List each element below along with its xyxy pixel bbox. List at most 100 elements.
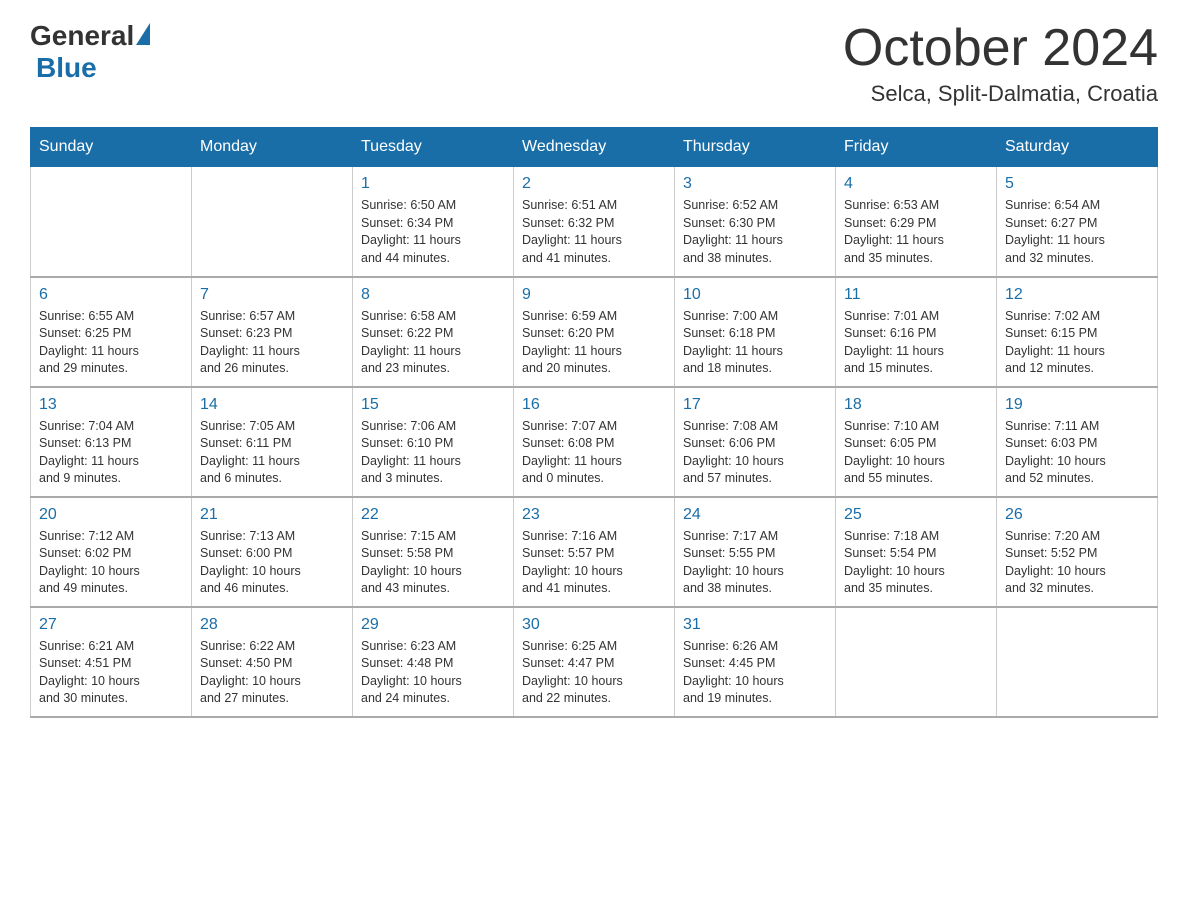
day-info: Sunrise: 7:06 AM Sunset: 6:10 PM Dayligh… [361, 418, 505, 488]
day-info: Sunrise: 6:21 AM Sunset: 4:51 PM Dayligh… [39, 638, 183, 708]
calendar-week-row: 20 Sunrise: 7:12 AM Sunset: 6:02 PM Dayli… [31, 497, 1158, 607]
calendar-cell [31, 167, 192, 277]
day-info: Sunrise: 7:13 AM Sunset: 6:00 PM Dayligh… [200, 528, 344, 598]
weekday-header-row: SundayMondayTuesdayWednesdayThursdayFrid… [31, 128, 1158, 167]
calendar-cell: 7 Sunrise: 6:57 AM Sunset: 6:23 PM Daylig… [192, 277, 353, 387]
calendar-week-row: 1Sunrise: 6:50 AM Sunset: 6:34 PM Daylig… [31, 167, 1158, 277]
day-info: Sunrise: 6:26 AM Sunset: 4:45 PM Dayligh… [683, 638, 827, 708]
day-number: 15 [361, 396, 505, 414]
calendar-table: SundayMondayTuesdayWednesdayThursdayFrid… [30, 127, 1158, 718]
calendar-cell [836, 607, 997, 717]
weekday-header-sunday: Sunday [31, 128, 192, 167]
calendar-cell: 15 Sunrise: 7:06 AM Sunset: 6:10 PM Dayli… [353, 387, 514, 497]
day-info: Sunrise: 6:52 AM Sunset: 6:30 PM Dayligh… [683, 197, 827, 267]
day-info: Sunrise: 7:11 AM Sunset: 6:03 PM Dayligh… [1005, 418, 1149, 488]
day-number: 23 [522, 506, 666, 524]
weekday-header-friday: Friday [836, 128, 997, 167]
calendar-title: October 2024 [843, 20, 1158, 77]
calendar-cell: 22 Sunrise: 7:15 AM Sunset: 5:58 PM Dayli… [353, 497, 514, 607]
day-info: Sunrise: 6:22 AM Sunset: 4:50 PM Dayligh… [200, 638, 344, 708]
calendar-cell: 9 Sunrise: 6:59 AM Sunset: 6:20 PM Daylig… [514, 277, 675, 387]
day-info: Sunrise: 7:04 AM Sunset: 6:13 PM Dayligh… [39, 418, 183, 488]
calendar-cell: 13 Sunrise: 7:04 AM Sunset: 6:13 PM Dayli… [31, 387, 192, 497]
day-info: Sunrise: 7:07 AM Sunset: 6:08 PM Dayligh… [522, 418, 666, 488]
day-info: Sunrise: 6:55 AM Sunset: 6:25 PM Dayligh… [39, 308, 183, 378]
day-number: 14 [200, 396, 344, 414]
calendar-cell: 17 Sunrise: 7:08 AM Sunset: 6:06 PM Dayli… [675, 387, 836, 497]
day-info: Sunrise: 6:57 AM Sunset: 6:23 PM Dayligh… [200, 308, 344, 378]
calendar-cell: 30 Sunrise: 6:25 AM Sunset: 4:47 PM Dayli… [514, 607, 675, 717]
calendar-cell: 25 Sunrise: 7:18 AM Sunset: 5:54 PM Dayli… [836, 497, 997, 607]
calendar-cell: 3Sunrise: 6:52 AM Sunset: 6:30 PM Daylig… [675, 167, 836, 277]
calendar-cell: 11Sunrise: 7:01 AM Sunset: 6:16 PM Dayli… [836, 277, 997, 387]
weekday-header-monday: Monday [192, 128, 353, 167]
day-number: 20 [39, 506, 183, 524]
title-section: October 2024 Selca, Split-Dalmatia, Croa… [843, 20, 1158, 107]
calendar-cell: 28 Sunrise: 6:22 AM Sunset: 4:50 PM Dayli… [192, 607, 353, 717]
calendar-cell [192, 167, 353, 277]
calendar-cell: 26 Sunrise: 7:20 AM Sunset: 5:52 PM Dayli… [997, 497, 1158, 607]
day-number: 5 [1005, 175, 1149, 193]
calendar-cell: 24 Sunrise: 7:17 AM Sunset: 5:55 PM Dayli… [675, 497, 836, 607]
day-info: Sunrise: 6:53 AM Sunset: 6:29 PM Dayligh… [844, 197, 988, 267]
day-number: 11 [844, 286, 988, 304]
day-number: 7 [200, 286, 344, 304]
calendar-body: 1Sunrise: 6:50 AM Sunset: 6:34 PM Daylig… [31, 167, 1158, 717]
calendar-cell: 27 Sunrise: 6:21 AM Sunset: 4:51 PM Dayli… [31, 607, 192, 717]
day-info: Sunrise: 6:51 AM Sunset: 6:32 PM Dayligh… [522, 197, 666, 267]
day-number: 4 [844, 175, 988, 193]
day-number: 9 [522, 286, 666, 304]
day-info: Sunrise: 6:54 AM Sunset: 6:27 PM Dayligh… [1005, 197, 1149, 267]
calendar-cell: 1Sunrise: 6:50 AM Sunset: 6:34 PM Daylig… [353, 167, 514, 277]
calendar-cell: 6 Sunrise: 6:55 AM Sunset: 6:25 PM Daylig… [31, 277, 192, 387]
calendar-header: SundayMondayTuesdayWednesdayThursdayFrid… [31, 128, 1158, 167]
day-info: Sunrise: 7:10 AM Sunset: 6:05 PM Dayligh… [844, 418, 988, 488]
day-number: 29 [361, 616, 505, 634]
logo-blue-text: Blue [36, 52, 97, 83]
day-number: 13 [39, 396, 183, 414]
day-info: Sunrise: 7:15 AM Sunset: 5:58 PM Dayligh… [361, 528, 505, 598]
day-info: Sunrise: 6:58 AM Sunset: 6:22 PM Dayligh… [361, 308, 505, 378]
logo-triangle-icon [136, 23, 150, 45]
day-number: 25 [844, 506, 988, 524]
day-number: 10 [683, 286, 827, 304]
calendar-cell: 29 Sunrise: 6:23 AM Sunset: 4:48 PM Dayli… [353, 607, 514, 717]
day-number: 19 [1005, 396, 1149, 414]
day-info: Sunrise: 7:20 AM Sunset: 5:52 PM Dayligh… [1005, 528, 1149, 598]
day-info: Sunrise: 7:05 AM Sunset: 6:11 PM Dayligh… [200, 418, 344, 488]
calendar-cell: 20 Sunrise: 7:12 AM Sunset: 6:02 PM Dayli… [31, 497, 192, 607]
weekday-header-thursday: Thursday [675, 128, 836, 167]
calendar-cell: 19 Sunrise: 7:11 AM Sunset: 6:03 PM Dayli… [997, 387, 1158, 497]
day-info: Sunrise: 7:18 AM Sunset: 5:54 PM Dayligh… [844, 528, 988, 598]
calendar-cell: 31 Sunrise: 6:26 AM Sunset: 4:45 PM Dayli… [675, 607, 836, 717]
calendar-subtitle: Selca, Split-Dalmatia, Croatia [843, 81, 1158, 107]
day-number: 6 [39, 286, 183, 304]
day-number: 26 [1005, 506, 1149, 524]
day-number: 8 [361, 286, 505, 304]
day-info: Sunrise: 7:08 AM Sunset: 6:06 PM Dayligh… [683, 418, 827, 488]
calendar-cell: 5 Sunrise: 6:54 AM Sunset: 6:27 PM Daylig… [997, 167, 1158, 277]
calendar-cell: 2Sunrise: 6:51 AM Sunset: 6:32 PM Daylig… [514, 167, 675, 277]
day-number: 16 [522, 396, 666, 414]
calendar-cell: 18Sunrise: 7:10 AM Sunset: 6:05 PM Dayli… [836, 387, 997, 497]
weekday-header-saturday: Saturday [997, 128, 1158, 167]
calendar-cell [997, 607, 1158, 717]
day-number: 1 [361, 175, 505, 193]
day-info: Sunrise: 6:23 AM Sunset: 4:48 PM Dayligh… [361, 638, 505, 708]
weekday-header-tuesday: Tuesday [353, 128, 514, 167]
day-info: Sunrise: 6:59 AM Sunset: 6:20 PM Dayligh… [522, 308, 666, 378]
day-number: 31 [683, 616, 827, 634]
day-number: 24 [683, 506, 827, 524]
day-info: Sunrise: 6:25 AM Sunset: 4:47 PM Dayligh… [522, 638, 666, 708]
day-number: 17 [683, 396, 827, 414]
day-number: 28 [200, 616, 344, 634]
day-info: Sunrise: 7:12 AM Sunset: 6:02 PM Dayligh… [39, 528, 183, 598]
day-number: 22 [361, 506, 505, 524]
day-info: Sunrise: 7:16 AM Sunset: 5:57 PM Dayligh… [522, 528, 666, 598]
logo-general-text: General [30, 20, 134, 52]
day-info: Sunrise: 7:17 AM Sunset: 5:55 PM Dayligh… [683, 528, 827, 598]
day-number: 27 [39, 616, 183, 634]
calendar-week-row: 6 Sunrise: 6:55 AM Sunset: 6:25 PM Daylig… [31, 277, 1158, 387]
day-number: 30 [522, 616, 666, 634]
calendar-cell: 8 Sunrise: 6:58 AM Sunset: 6:22 PM Daylig… [353, 277, 514, 387]
